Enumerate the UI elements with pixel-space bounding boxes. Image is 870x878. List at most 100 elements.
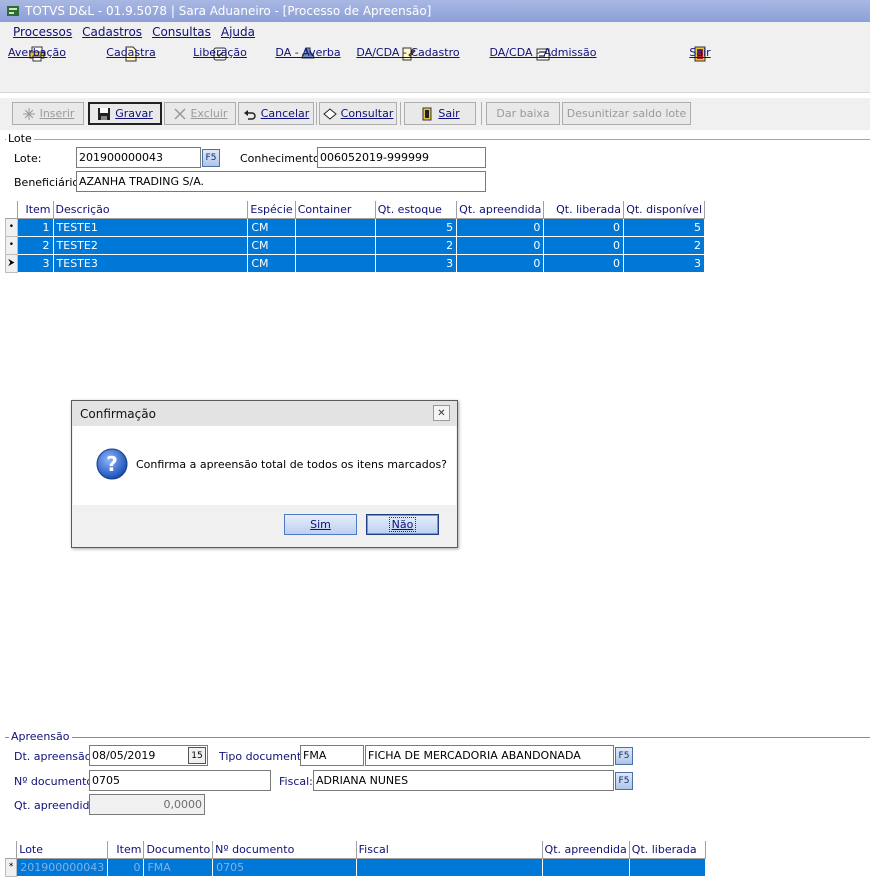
averbacao-button[interactable]: Averbação bbox=[8, 46, 66, 67]
action-toolbar: Inserir Gravar Excluir Cancelar Consulta… bbox=[0, 98, 870, 130]
desunitizar-button[interactable]: Desunitizar saldo lote bbox=[562, 102, 691, 125]
col-qt-apreendida[interactable]: Qt. apreendida bbox=[542, 841, 630, 859]
dar-baixa-button[interactable]: Dar baixa bbox=[486, 102, 560, 125]
grid-corner bbox=[5, 201, 18, 219]
row-marker[interactable]: • bbox=[5, 235, 18, 255]
consultar-button[interactable]: Consultar bbox=[319, 102, 397, 125]
col-documento[interactable]: Documento bbox=[143, 841, 214, 859]
table-row[interactable]: • 1 TESTE1 CM 5 0 0 5 bbox=[5, 217, 706, 237]
cell-item: 2 bbox=[17, 236, 54, 255]
apreensao-grid: Lote Item Documento Nº documento Fiscal … bbox=[4, 841, 707, 877]
lote-input[interactable]: 201900000043 bbox=[76, 147, 201, 168]
cell-documento: FMA bbox=[143, 858, 214, 877]
col-container[interactable]: Container bbox=[295, 201, 376, 219]
col-descricao[interactable]: Descrição bbox=[53, 201, 249, 219]
calendar-icon[interactable]: 15 bbox=[188, 747, 206, 764]
fiscal-input[interactable]: ADRIANA NUNES bbox=[313, 770, 614, 791]
da-cda-admissao-button[interactable]: DA/CDA - Admissão bbox=[490, 46, 597, 67]
lote-f5-button[interactable]: F5 bbox=[202, 149, 220, 167]
table-row[interactable]: * 201900000043 0 FMA 0705 bbox=[4, 857, 707, 877]
cell-n-documento: 0705 bbox=[212, 858, 357, 877]
tipo-documento-code-input[interactable]: FMA bbox=[300, 745, 364, 766]
save-icon bbox=[98, 107, 111, 120]
sim-button[interactable]: Sim bbox=[284, 514, 357, 535]
col-qt-liberada[interactable]: Qt. liberada bbox=[629, 841, 707, 859]
n-documento-input[interactable]: 0705 bbox=[89, 770, 271, 791]
table-row[interactable]: • 2 TESTE2 CM 2 0 0 2 bbox=[5, 235, 706, 255]
table-row[interactable]: ⮞ 3 TESTE3 CM 3 0 0 3 bbox=[5, 253, 706, 273]
dt-apreensao-label: Dt. apreensão: bbox=[14, 750, 96, 763]
cell-container bbox=[295, 254, 376, 273]
cell-qt-estoque: 5 bbox=[375, 218, 458, 237]
inserir-button[interactable]: Inserir bbox=[12, 102, 84, 125]
row-marker[interactable]: • bbox=[5, 217, 18, 237]
cell-qt-apreendida: 0 bbox=[456, 254, 545, 273]
app-icon bbox=[7, 6, 19, 16]
sair-big-button[interactable]: Sair bbox=[689, 46, 711, 67]
da-cda-cadastro-button[interactable]: DA/CDA - Cadastro bbox=[356, 46, 460, 67]
exit-door-icon bbox=[422, 107, 432, 120]
cell-qt-disponivel: 5 bbox=[623, 218, 706, 237]
col-especie[interactable]: Espécie bbox=[247, 201, 296, 219]
close-icon[interactable]: ✕ bbox=[433, 405, 450, 421]
col-fiscal[interactable]: Fiscal bbox=[356, 841, 543, 859]
menu-processos[interactable]: Processos bbox=[13, 25, 72, 39]
nao-button[interactable]: Não bbox=[366, 514, 439, 535]
col-item[interactable]: Item bbox=[17, 201, 54, 219]
cell-item: 3 bbox=[17, 254, 54, 273]
da-averba-button[interactable]: DA - Averba bbox=[275, 46, 340, 67]
menu-ajuda[interactable]: Ajuda bbox=[221, 25, 255, 39]
dialog-body: ? Confirma a apreensão total de todos os… bbox=[73, 426, 456, 505]
undo-icon bbox=[243, 109, 256, 120]
col-lote[interactable]: Lote bbox=[16, 841, 109, 859]
toolbar-separator bbox=[481, 102, 482, 125]
col-item[interactable]: Item bbox=[107, 841, 145, 859]
fiscal-f5-button[interactable]: F5 bbox=[615, 772, 633, 790]
tipo-documento-label: Tipo documento: bbox=[219, 750, 312, 763]
cell-descricao: TESTE1 bbox=[53, 218, 249, 237]
toolbar-separator bbox=[316, 102, 317, 125]
conhecimento-label: Conhecimento: bbox=[240, 152, 324, 165]
cell-fiscal bbox=[356, 858, 543, 877]
dialog-title-bar: Confirmação ✕ bbox=[72, 401, 457, 426]
cell-qt-estoque: 2 bbox=[375, 236, 458, 255]
beneficiario-label: Beneficiário: bbox=[14, 176, 83, 189]
col-qt-liberada[interactable]: Qt. liberada bbox=[543, 201, 624, 219]
tipo-documento-f5-button[interactable]: F5 bbox=[615, 747, 633, 765]
lote-label: Lote: bbox=[14, 152, 42, 165]
excluir-button[interactable]: Excluir bbox=[164, 102, 236, 125]
gravar-button[interactable]: Gravar bbox=[88, 102, 162, 125]
conhecimento-input[interactable]: 006052019-999999 bbox=[317, 147, 486, 168]
col-qt-estoque[interactable]: Qt. estoque bbox=[375, 201, 458, 219]
col-qt-apreendida[interactable]: Qt. apreendida bbox=[456, 201, 545, 219]
beneficiario-input[interactable]: AZANHA TRADING S/A. bbox=[76, 171, 486, 192]
cell-qt-apreendida bbox=[542, 858, 630, 877]
tipo-documento-desc-input[interactable]: FICHA DE MERCADORIA ABANDONADA bbox=[365, 745, 614, 766]
cancelar-button[interactable]: Cancelar bbox=[238, 102, 314, 125]
col-n-documento[interactable]: Nº documento bbox=[212, 841, 357, 859]
row-marker[interactable]: * bbox=[4, 857, 18, 877]
menu-consultas[interactable]: Consultas bbox=[152, 25, 211, 39]
cell-qt-disponivel: 2 bbox=[623, 236, 706, 255]
row-marker[interactable]: ⮞ bbox=[5, 253, 18, 273]
n-documento-label: Nº documento: bbox=[14, 775, 97, 788]
query-icon bbox=[322, 107, 337, 120]
menu-cadastros[interactable]: Cadastros bbox=[82, 25, 142, 39]
cadastra-button[interactable]: Cadastra bbox=[106, 46, 156, 67]
col-qt-disponivel[interactable]: Qt. disponível bbox=[623, 201, 706, 219]
liberacao-button[interactable]: Liberação bbox=[193, 46, 247, 67]
qt-apreendida-label: Qt. apreendida: bbox=[14, 799, 100, 812]
cell-qt-estoque: 3 bbox=[375, 254, 458, 273]
menu-bar: Processos Cadastros Consultas Ajuda bbox=[0, 22, 870, 41]
cell-qt-disponivel: 3 bbox=[623, 254, 706, 273]
cell-qt-liberada: 0 bbox=[543, 236, 624, 255]
sair-button[interactable]: Sair bbox=[404, 102, 476, 125]
dialog-message: Confirma a apreensão total de todos os i… bbox=[136, 458, 448, 471]
qt-apreendida-input[interactable]: 0,0000 bbox=[89, 794, 205, 815]
grid-corner bbox=[5, 841, 18, 859]
cell-especie: CM bbox=[247, 218, 296, 237]
fiscal-label: Fiscal: bbox=[279, 775, 313, 788]
lote-group-title: Lote bbox=[6, 132, 34, 145]
question-icon: ? bbox=[96, 448, 128, 480]
cell-item: 1 bbox=[17, 218, 54, 237]
